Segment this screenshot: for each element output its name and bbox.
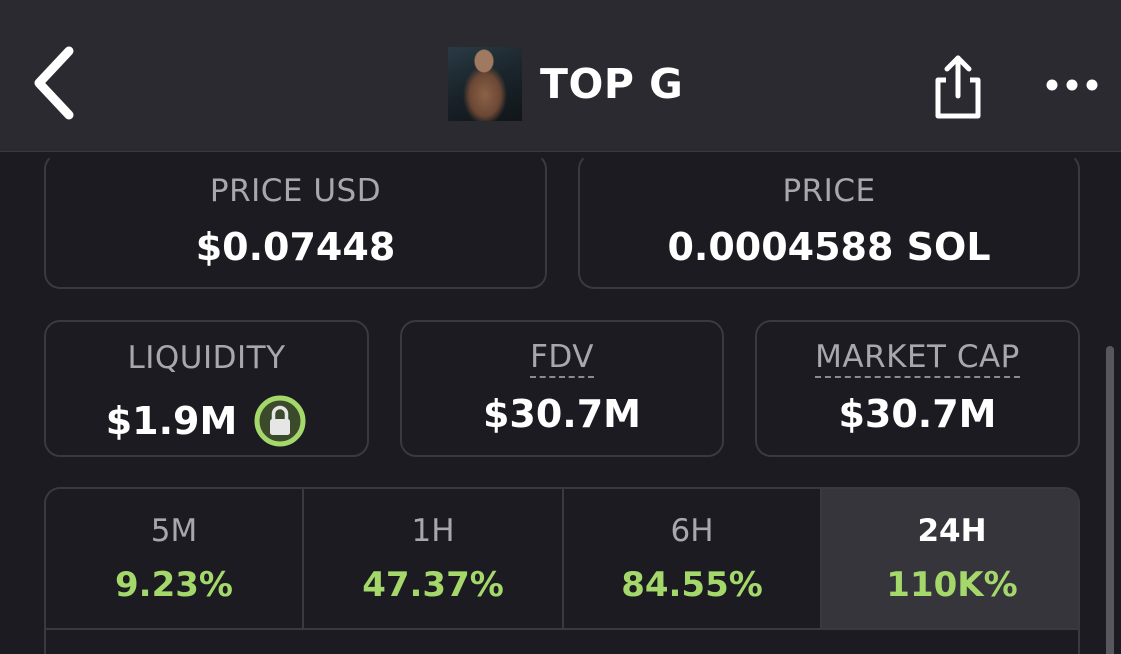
share-icon — [935, 55, 981, 119]
price-native-card: PRICE 0.0004588 SOL — [578, 153, 1080, 289]
tab-1h[interactable]: 1H 47.37% — [302, 489, 562, 629]
price-change-value: 110K% — [886, 565, 1018, 605]
fdv-value: $30.7M — [482, 392, 641, 436]
price-change-value: 47.37% — [362, 565, 504, 605]
liquidity-label: LIQUIDITY — [127, 340, 286, 376]
tab-24h[interactable]: 24H 110K% — [820, 489, 1078, 629]
tab-label: 5M — [150, 513, 198, 549]
fdv-card[interactable]: FDV $30.7M — [400, 320, 724, 457]
market-cap-value: $30.7M — [838, 392, 997, 436]
share-button[interactable] — [928, 52, 988, 122]
scrollbar[interactable] — [1106, 346, 1114, 654]
tab-6h[interactable]: 6H 84.55% — [562, 489, 820, 629]
tab-label: 6H — [670, 513, 714, 549]
divider — [46, 628, 1078, 630]
token-title-group: TOP G — [448, 47, 683, 121]
back-button[interactable] — [24, 38, 84, 128]
timeframe-tabs: 5M 9.23% 1H 47.37% 6H 84.55% 24H 110K% — [44, 487, 1080, 654]
price-usd-label: PRICE USD — [209, 173, 382, 209]
market-cap-card[interactable]: MARKET CAP $30.7M — [755, 320, 1080, 457]
price-change-value: 84.55% — [621, 565, 763, 605]
nav-header: TOP G — [0, 0, 1121, 152]
more-button[interactable] — [1040, 70, 1104, 100]
market-cap-label[interactable]: MARKET CAP — [815, 339, 1020, 378]
price-native-value: 0.0004588 SOL — [667, 225, 991, 269]
price-native-label: PRICE — [782, 173, 876, 209]
liquidity-value: $1.9M — [105, 399, 238, 443]
price-change-value: 9.23% — [115, 565, 233, 605]
tab-label: 24H — [917, 513, 987, 549]
lock-icon[interactable] — [253, 394, 307, 448]
price-usd-card: PRICE USD $0.07448 — [44, 153, 547, 289]
liquidity-card: LIQUIDITY $1.9M — [44, 320, 369, 457]
token-avatar — [448, 47, 522, 121]
page-title: TOP G — [540, 60, 684, 108]
tab-5m[interactable]: 5M 9.23% — [46, 489, 302, 629]
price-usd-value: $0.07448 — [195, 225, 396, 269]
token-detail-screen: TOP G PRICE USD $0.07448 PRICE 0.0004588… — [0, 0, 1121, 654]
chevron-left-icon — [34, 46, 74, 120]
tab-label: 1H — [411, 513, 455, 549]
fdv-label[interactable]: FDV — [530, 339, 594, 378]
more-horizontal-icon — [1046, 79, 1098, 91]
